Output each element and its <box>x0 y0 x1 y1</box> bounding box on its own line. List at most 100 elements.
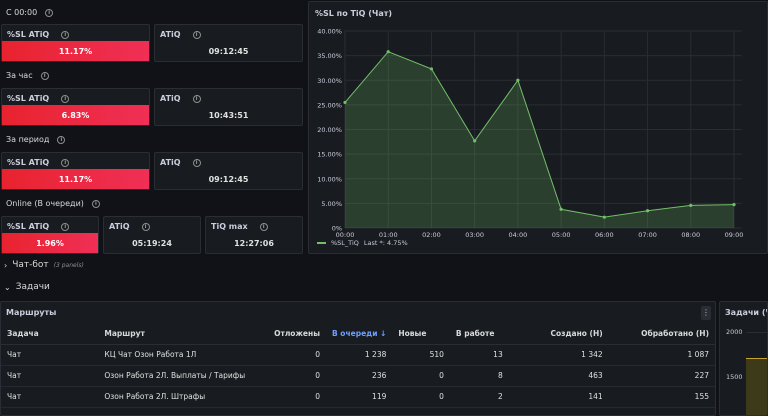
stat-panel-tiq-max[interactable]: TiQ max i 12:27:06 <box>205 216 303 254</box>
info-icon[interactable]: i <box>91 199 100 208</box>
table-cell: 0 <box>392 386 450 408</box>
stat-value: 11.17% <box>2 169 149 189</box>
x-tick-label: 06:00 <box>595 231 614 239</box>
data-point <box>645 209 650 213</box>
x-tick-label: 03:00 <box>465 231 484 239</box>
stat-value: 1.96% <box>2 233 98 253</box>
table-cell: 2 <box>449 386 509 408</box>
table-cell: 13 <box>449 344 509 366</box>
table-cell: КЦ Чат Озон Работа 1Л <box>98 344 260 366</box>
x-tick-label: 05:00 <box>552 231 571 239</box>
info-icon[interactable]: i <box>192 158 201 167</box>
panel-title: %SL ATiQ <box>7 94 50 103</box>
routes-table-panel[interactable]: Маршруты ⋮ Задача Маршрут Отложены В оче… <box>0 301 716 416</box>
table-cell: 227 <box>608 365 715 387</box>
panel-title: %SL ATiQ <box>7 158 50 167</box>
info-icon[interactable]: i <box>192 30 201 39</box>
col-header-task[interactable]: Задача <box>1 323 99 345</box>
panel-title: %SL ATiQ <box>7 222 50 231</box>
tasks-chart-panel[interactable]: Задачи (Чат 2000 1500 <box>719 301 768 416</box>
table-cell: Чат <box>1 365 99 387</box>
info-icon[interactable]: i <box>61 222 70 231</box>
table-cell: 0 <box>259 386 326 408</box>
col-header-postponed[interactable]: Отложены <box>259 323 326 345</box>
stat-panel-atiq-period[interactable]: ATiQ i 09:12:45 <box>154 152 303 190</box>
x-tick-label: 09:00 <box>725 231 744 239</box>
table-row[interactable]: Чат Озон Работа 2Л. Выплаты / Тарифы 0 236 0… <box>1 365 715 387</box>
panel-title: Маршруты <box>6 308 57 317</box>
table-cell: 155 <box>608 386 715 408</box>
section-period: За период i <box>6 135 66 144</box>
col-header-processed[interactable]: Обработано (Н) <box>608 323 715 345</box>
table-cell: 0 <box>259 365 326 387</box>
tasks-area-series <box>746 358 767 415</box>
stat-panel-sl-atiq-online[interactable]: %SL ATiQ i 1.96% <box>1 216 99 254</box>
col-header-in-progress[interactable]: В работе <box>449 323 509 345</box>
data-point <box>689 203 693 207</box>
table-row[interactable]: Чат КЦ Чат Озон Работа 1Л 0 1 238 510 13 1 342… <box>1 344 715 366</box>
row-panel-count: (3 panels) <box>53 261 84 269</box>
row-title: Чат-бот <box>12 260 49 270</box>
legend-series-name: %SL_TiQ <box>331 239 359 247</box>
table-row[interactable]: Чат Озон Работа 2Л. Штрафы 0 119 0 2 141 155 <box>1 386 715 408</box>
grid-line <box>746 332 767 333</box>
data-point <box>429 67 434 71</box>
info-icon[interactable]: i <box>45 8 54 17</box>
routes-table: Задача Маршрут Отложены В очереди ↓ Новы… <box>1 323 715 408</box>
table-cell: Озон Работа 2Л. Выплаты / Тарифы <box>98 365 260 387</box>
section-online: Online (В очереди) i <box>6 199 100 208</box>
stat-value: 05:19:24 <box>132 239 172 248</box>
panel-title: Задачи (Чат <box>725 308 767 317</box>
stat-panel-sl-atiq-hour[interactable]: %SL ATiQ i 6.83% <box>1 88 150 126</box>
info-icon[interactable]: i <box>259 222 268 231</box>
info-icon[interactable]: i <box>61 30 70 39</box>
col-header-route[interactable]: Маршрут <box>98 323 260 345</box>
table-cell: 119 <box>325 386 393 408</box>
chart-panel-sl-tiq[interactable]: %SL по TiQ (Чат) 0% 5.00% 10.00% 15.00% 20.0… <box>308 1 768 254</box>
info-icon[interactable]: i <box>141 222 150 231</box>
y-tick-label: 10.00% <box>317 175 342 183</box>
y-tick-label: 20.00% <box>317 126 342 134</box>
panel-title: ATiQ <box>160 158 181 167</box>
x-tick-label: 08:00 <box>681 231 700 239</box>
series-area <box>345 51 734 229</box>
row-chatbot[interactable]: › Чат-бот (3 panels) <box>4 260 84 270</box>
stat-panel-atiq-hour[interactable]: ATiQ i 10:43:51 <box>154 88 303 126</box>
stat-value: 09:12:45 <box>208 175 249 184</box>
info-icon[interactable]: i <box>61 94 70 103</box>
x-tick-label: 00:00 <box>336 231 355 239</box>
table-cell: 463 <box>508 365 609 387</box>
info-icon[interactable]: i <box>57 135 66 144</box>
stat-panel-sl-atiq-period[interactable]: %SL ATiQ i 11.17% <box>1 152 150 190</box>
chevron-down-icon: ⌄ <box>4 282 11 292</box>
info-icon[interactable]: i <box>40 71 49 80</box>
stat-panel-atiq-online[interactable]: ATiQ i 05:19:24 <box>103 216 201 254</box>
data-point <box>386 50 390 54</box>
y-tick-label: 40.00% <box>317 28 342 36</box>
stat-value: 10:43:51 <box>208 111 249 120</box>
x-tick-label: 02:00 <box>422 231 441 239</box>
stat-panel-atiq-today[interactable]: ATiQ i 09:12:45 <box>154 24 303 62</box>
row-tasks[interactable]: ⌄ Задачи <box>4 282 50 292</box>
col-header-new[interactable]: Новые <box>392 323 450 345</box>
row-title: Задачи <box>15 282 50 292</box>
table-cell: 141 <box>508 386 609 408</box>
table-cell: 8 <box>449 365 509 387</box>
table-cell: Чат <box>1 386 99 408</box>
col-header-in-queue[interactable]: В очереди ↓ <box>325 323 393 345</box>
routes-table-body: Чат КЦ Чат Озон Работа 1Л 0 1 238 510 13 1 342… <box>1 344 715 408</box>
table-cell: 1 238 <box>325 344 393 366</box>
panel-menu-icon[interactable]: ⋮ <box>701 306 711 320</box>
y-tick-label: 2000 <box>726 328 743 336</box>
sl-tiq-chart: 0%5.00%10.00%15.00%20.00%25.00%30.00%35.… <box>317 28 744 240</box>
info-icon[interactable]: i <box>61 158 70 167</box>
x-tick-label: 01:00 <box>379 231 398 239</box>
stat-value: 11.17% <box>2 41 149 61</box>
info-icon[interactable]: i <box>192 94 201 103</box>
stat-value: 12:27:06 <box>234 239 274 248</box>
chart-legend[interactable]: %SL_TiQ Last *: 4.75% <box>317 239 408 247</box>
panel-title: %SL ATiQ <box>7 30 50 39</box>
panel-title: ATiQ <box>160 30 181 39</box>
col-header-created[interactable]: Создано (Н) <box>508 323 609 345</box>
stat-panel-sl-atiq-today[interactable]: %SL ATiQ i 11.17% <box>1 24 150 62</box>
